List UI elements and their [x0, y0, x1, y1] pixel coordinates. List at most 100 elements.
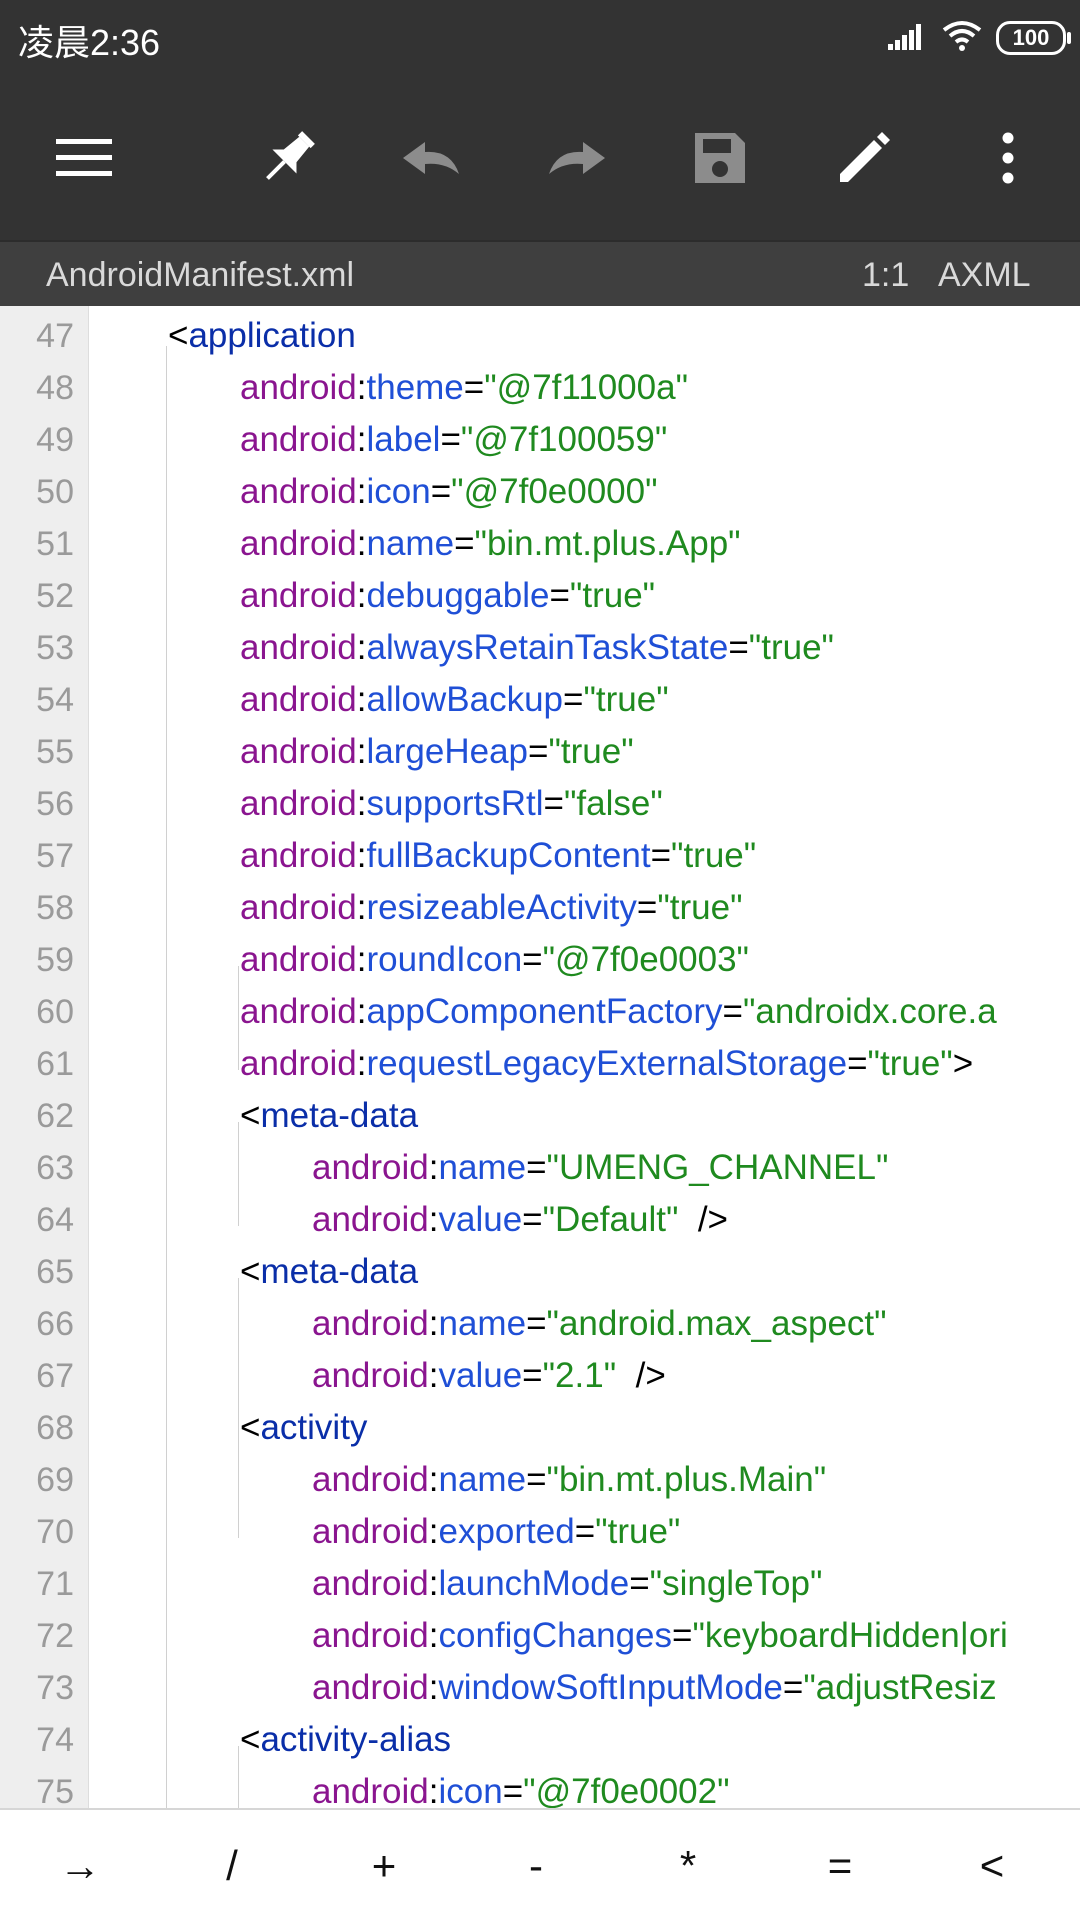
- code-line[interactable]: 47 <application: [0, 310, 1080, 362]
- code-line[interactable]: 70 android:exported="true": [0, 1506, 1080, 1558]
- namespace-colon: :: [356, 524, 367, 563]
- tag-open-bracket: <: [240, 1252, 261, 1291]
- symbol-key[interactable]: →: [20, 1810, 140, 1922]
- code-line[interactable]: 64 android:value="Default" />: [0, 1194, 1080, 1246]
- attr-name: supportsRtl: [366, 784, 544, 823]
- code-line[interactable]: 48 android:theme="@7f11000a": [0, 362, 1080, 414]
- equals-sign: =: [522, 940, 543, 979]
- code-line[interactable]: 75 android:icon="@7f0e0002": [0, 1766, 1080, 1808]
- edit-icon[interactable]: [828, 122, 900, 194]
- attr-namespace: android: [240, 992, 357, 1031]
- equals-sign: =: [463, 368, 485, 407]
- symbol-key[interactable]: =: [780, 1810, 900, 1922]
- code-line[interactable]: 54 android:allowBackup="true": [0, 674, 1080, 726]
- equals-sign: =: [722, 992, 743, 1031]
- code-line[interactable]: 65 <meta-data: [0, 1246, 1080, 1298]
- code-line[interactable]: 58 android:resizeableActivity="true": [0, 882, 1080, 934]
- namespace-colon: :: [356, 628, 367, 667]
- attr-value: "keyboardHidden|ori: [692, 1616, 1008, 1655]
- redo-icon[interactable]: [540, 122, 612, 194]
- code-line[interactable]: 49 android:label="@7f100059": [0, 414, 1080, 466]
- code-line[interactable]: 73 android:windowSoftInputMode="adjustRes…: [0, 1662, 1080, 1714]
- code-line[interactable]: 59 android:roundIcon="@7f0e0003": [0, 934, 1080, 986]
- code-text: <meta-data: [240, 1246, 418, 1298]
- line-number: 65: [36, 1253, 74, 1291]
- status-time: 凌晨2:36: [18, 22, 161, 63]
- equals-sign: =: [430, 472, 452, 511]
- equals-sign: =: [543, 784, 564, 823]
- wifi-icon: [942, 20, 982, 57]
- namespace-colon: :: [356, 680, 367, 719]
- tag-name: activity-alias: [260, 1720, 452, 1759]
- line-number: 64: [36, 1201, 74, 1239]
- attr-value: "@7f0e0002": [523, 1772, 730, 1808]
- file-name: AndroidManifest.xml: [46, 256, 355, 294]
- code-line[interactable]: 68 <activity: [0, 1402, 1080, 1454]
- tag-open-bracket: <: [240, 1720, 261, 1759]
- symbol-key[interactable]: *: [628, 1810, 748, 1922]
- code-editor[interactable]: 47 <application 48 android:theme="@7f11000a…: [0, 306, 1080, 1808]
- equals-sign: =: [522, 1356, 543, 1395]
- code-line[interactable]: 56 android:supportsRtl="false": [0, 778, 1080, 830]
- undo-icon[interactable]: [396, 122, 468, 194]
- line-number: 71: [36, 1565, 74, 1603]
- code-line[interactable]: 63 android:name="UMENG_CHANNEL": [0, 1142, 1080, 1194]
- code-line[interactable]: 52 android:debuggable="true": [0, 570, 1080, 622]
- line-number: 63: [36, 1149, 74, 1187]
- namespace-colon: :: [428, 1564, 439, 1603]
- more-vert-icon[interactable]: [972, 122, 1044, 194]
- symbol-key[interactable]: +: [324, 1810, 444, 1922]
- code-line[interactable]: 66 android:name="android.max_aspect": [0, 1298, 1080, 1350]
- attr-value: "bin.mt.plus.Main": [546, 1460, 827, 1499]
- code-line[interactable]: 69 android:name="bin.mt.plus.Main": [0, 1454, 1080, 1506]
- equals-sign: =: [650, 836, 672, 875]
- attr-name: value: [438, 1356, 523, 1395]
- file-type[interactable]: AXML: [938, 256, 1031, 295]
- attr-namespace: android: [312, 1772, 429, 1808]
- line-number: 57: [36, 837, 74, 875]
- line-number: 62: [36, 1097, 74, 1135]
- line-number: 56: [36, 785, 74, 823]
- save-icon[interactable]: [684, 122, 756, 194]
- code-line[interactable]: 60 android:appComponentFactory="androidx.…: [0, 986, 1080, 1038]
- line-number: 55: [36, 733, 74, 771]
- namespace-colon: :: [428, 1512, 439, 1551]
- equals-sign: =: [672, 1616, 693, 1655]
- symbol-key[interactable]: /: [172, 1810, 292, 1922]
- code-text: android:allowBackup="true": [240, 674, 669, 726]
- code-line[interactable]: 71 android:launchMode="singleTop": [0, 1558, 1080, 1610]
- attr-name: name: [438, 1304, 527, 1343]
- code-text: android:alwaysRetainTaskState="true": [240, 622, 834, 674]
- code-line[interactable]: 62 <meta-data: [0, 1090, 1080, 1142]
- equals-sign: =: [574, 1512, 596, 1551]
- code-line[interactable]: 72 android:configChanges="keyboardHidden|…: [0, 1610, 1080, 1662]
- attr-namespace: android: [240, 368, 357, 407]
- symbol-key[interactable]: -: [476, 1810, 596, 1922]
- line-number: 58: [36, 889, 74, 927]
- namespace-colon: :: [356, 836, 367, 875]
- code-line[interactable]: 67 android:value="2.1" />: [0, 1350, 1080, 1402]
- line-number: 70: [36, 1513, 74, 1551]
- menu-icon[interactable]: [48, 122, 120, 194]
- status-bar: 凌晨2:36 100: [0, 0, 1080, 76]
- code-line[interactable]: 50 android:icon="@7f0e0000": [0, 466, 1080, 518]
- attr-name: roundIcon: [366, 940, 523, 979]
- attr-name: name: [438, 1460, 527, 1499]
- code-text: android:value="Default" />: [312, 1194, 728, 1246]
- code-line[interactable]: 74 <activity-alias: [0, 1714, 1080, 1766]
- line-number: 47: [36, 317, 74, 355]
- symbol-key[interactable]: <: [932, 1810, 1052, 1922]
- code-text: android:launchMode="singleTop": [312, 1558, 822, 1610]
- code-line[interactable]: 55 android:largeHeap="true": [0, 726, 1080, 778]
- code-line[interactable]: 53 android:alwaysRetainTaskState="true": [0, 622, 1080, 674]
- equals-sign: =: [522, 1200, 543, 1239]
- code-line[interactable]: 51 android:name="bin.mt.plus.App": [0, 518, 1080, 570]
- code-line[interactable]: 57 android:fullBackupContent="true": [0, 830, 1080, 882]
- equals-sign: =: [528, 732, 549, 771]
- pin-icon[interactable]: [252, 122, 324, 194]
- code-line[interactable]: 61 android:requestLegacyExternalStorage="…: [0, 1038, 1080, 1090]
- attr-value: "true": [569, 576, 656, 615]
- code-text: android:icon="@7f0e0002": [312, 1766, 730, 1808]
- attr-value: "2.1": [542, 1356, 617, 1395]
- code-text: android:appComponentFactory="androidx.co…: [240, 986, 997, 1038]
